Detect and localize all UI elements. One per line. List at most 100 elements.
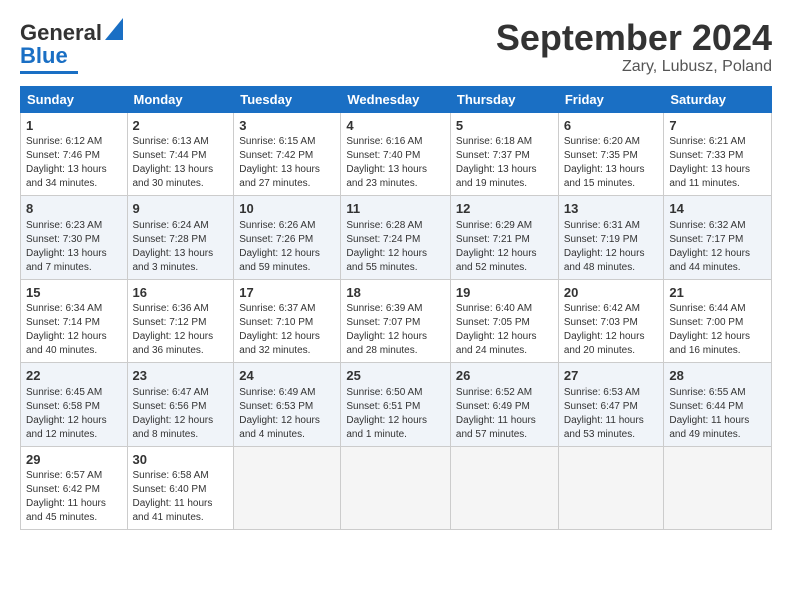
day-info: Sunrise: 6:50 AM Sunset: 6:51 PM Dayligh… <box>346 386 445 442</box>
table-row <box>234 446 341 530</box>
table-row: 7Sunrise: 6:21 AM Sunset: 7:33 PM Daylig… <box>664 112 772 196</box>
day-info: Sunrise: 6:58 AM Sunset: 6:40 PM Dayligh… <box>133 469 229 525</box>
logo: General Blue <box>20 18 123 74</box>
day-info: Sunrise: 6:28 AM Sunset: 7:24 PM Dayligh… <box>346 219 445 275</box>
day-info: Sunrise: 6:34 AM Sunset: 7:14 PM Dayligh… <box>26 302 122 358</box>
day-info: Sunrise: 6:32 AM Sunset: 7:17 PM Dayligh… <box>669 219 766 275</box>
day-info: Sunrise: 6:15 AM Sunset: 7:42 PM Dayligh… <box>239 135 335 191</box>
calendar-week-row: 29Sunrise: 6:57 AM Sunset: 6:42 PM Dayli… <box>21 446 772 530</box>
table-row: 27Sunrise: 6:53 AM Sunset: 6:47 PM Dayli… <box>558 363 664 447</box>
table-row: 5Sunrise: 6:18 AM Sunset: 7:37 PM Daylig… <box>450 112 558 196</box>
day-info: Sunrise: 6:42 AM Sunset: 7:03 PM Dayligh… <box>564 302 659 358</box>
table-row: 25Sunrise: 6:50 AM Sunset: 6:51 PM Dayli… <box>341 363 451 447</box>
day-info: Sunrise: 6:20 AM Sunset: 7:35 PM Dayligh… <box>564 135 659 191</box>
day-number: 5 <box>456 117 553 135</box>
logo-blue-text: Blue <box>20 43 68 69</box>
table-row: 12Sunrise: 6:29 AM Sunset: 7:21 PM Dayli… <box>450 196 558 280</box>
day-number: 10 <box>239 200 335 218</box>
table-row <box>558 446 664 530</box>
day-number: 18 <box>346 284 445 302</box>
col-friday: Friday <box>558 86 664 112</box>
calendar-title: September 2024 <box>496 18 772 58</box>
calendar-subtitle: Zary, Lubusz, Poland <box>496 58 772 76</box>
logo-triangle-icon <box>105 18 123 45</box>
table-row: 2Sunrise: 6:13 AM Sunset: 7:44 PM Daylig… <box>127 112 234 196</box>
day-number: 2 <box>133 117 229 135</box>
table-row: 11Sunrise: 6:28 AM Sunset: 7:24 PM Dayli… <box>341 196 451 280</box>
day-number: 12 <box>456 200 553 218</box>
table-row <box>450 446 558 530</box>
table-row: 23Sunrise: 6:47 AM Sunset: 6:56 PM Dayli… <box>127 363 234 447</box>
table-row: 13Sunrise: 6:31 AM Sunset: 7:19 PM Dayli… <box>558 196 664 280</box>
day-number: 11 <box>346 200 445 218</box>
calendar-table: Sunday Monday Tuesday Wednesday Thursday… <box>20 86 772 531</box>
table-row: 3Sunrise: 6:15 AM Sunset: 7:42 PM Daylig… <box>234 112 341 196</box>
day-info: Sunrise: 6:16 AM Sunset: 7:40 PM Dayligh… <box>346 135 445 191</box>
page: General Blue September 2024 Zary, Lubusz… <box>0 0 792 540</box>
day-number: 15 <box>26 284 122 302</box>
day-info: Sunrise: 6:21 AM Sunset: 7:33 PM Dayligh… <box>669 135 766 191</box>
day-info: Sunrise: 6:24 AM Sunset: 7:28 PM Dayligh… <box>133 219 229 275</box>
day-number: 28 <box>669 367 766 385</box>
day-number: 26 <box>456 367 553 385</box>
day-info: Sunrise: 6:12 AM Sunset: 7:46 PM Dayligh… <box>26 135 122 191</box>
day-info: Sunrise: 6:37 AM Sunset: 7:10 PM Dayligh… <box>239 302 335 358</box>
day-number: 8 <box>26 200 122 218</box>
table-row: 14Sunrise: 6:32 AM Sunset: 7:17 PM Dayli… <box>664 196 772 280</box>
table-row <box>664 446 772 530</box>
day-info: Sunrise: 6:44 AM Sunset: 7:00 PM Dayligh… <box>669 302 766 358</box>
day-number: 3 <box>239 117 335 135</box>
day-info: Sunrise: 6:31 AM Sunset: 7:19 PM Dayligh… <box>564 219 659 275</box>
day-info: Sunrise: 6:55 AM Sunset: 6:44 PM Dayligh… <box>669 386 766 442</box>
day-number: 16 <box>133 284 229 302</box>
day-info: Sunrise: 6:47 AM Sunset: 6:56 PM Dayligh… <box>133 386 229 442</box>
col-sunday: Sunday <box>21 86 128 112</box>
table-row: 9Sunrise: 6:24 AM Sunset: 7:28 PM Daylig… <box>127 196 234 280</box>
table-row: 17Sunrise: 6:37 AM Sunset: 7:10 PM Dayli… <box>234 279 341 363</box>
day-number: 27 <box>564 367 659 385</box>
table-row: 6Sunrise: 6:20 AM Sunset: 7:35 PM Daylig… <box>558 112 664 196</box>
calendar-week-row: 8Sunrise: 6:23 AM Sunset: 7:30 PM Daylig… <box>21 196 772 280</box>
table-row: 10Sunrise: 6:26 AM Sunset: 7:26 PM Dayli… <box>234 196 341 280</box>
table-row: 16Sunrise: 6:36 AM Sunset: 7:12 PM Dayli… <box>127 279 234 363</box>
day-info: Sunrise: 6:45 AM Sunset: 6:58 PM Dayligh… <box>26 386 122 442</box>
day-info: Sunrise: 6:26 AM Sunset: 7:26 PM Dayligh… <box>239 219 335 275</box>
day-info: Sunrise: 6:57 AM Sunset: 6:42 PM Dayligh… <box>26 469 122 525</box>
day-number: 22 <box>26 367 122 385</box>
header: General Blue September 2024 Zary, Lubusz… <box>20 18 772 76</box>
day-number: 1 <box>26 117 122 135</box>
table-row: 28Sunrise: 6:55 AM Sunset: 6:44 PM Dayli… <box>664 363 772 447</box>
day-info: Sunrise: 6:23 AM Sunset: 7:30 PM Dayligh… <box>26 219 122 275</box>
table-row: 29Sunrise: 6:57 AM Sunset: 6:42 PM Dayli… <box>21 446 128 530</box>
calendar-header-row: Sunday Monday Tuesday Wednesday Thursday… <box>21 86 772 112</box>
table-row: 4Sunrise: 6:16 AM Sunset: 7:40 PM Daylig… <box>341 112 451 196</box>
col-monday: Monday <box>127 86 234 112</box>
day-number: 4 <box>346 117 445 135</box>
day-number: 17 <box>239 284 335 302</box>
table-row: 24Sunrise: 6:49 AM Sunset: 6:53 PM Dayli… <box>234 363 341 447</box>
calendar-week-row: 15Sunrise: 6:34 AM Sunset: 7:14 PM Dayli… <box>21 279 772 363</box>
table-row: 20Sunrise: 6:42 AM Sunset: 7:03 PM Dayli… <box>558 279 664 363</box>
day-number: 23 <box>133 367 229 385</box>
table-row: 30Sunrise: 6:58 AM Sunset: 6:40 PM Dayli… <box>127 446 234 530</box>
table-row <box>341 446 451 530</box>
day-number: 19 <box>456 284 553 302</box>
title-block: September 2024 Zary, Lubusz, Poland <box>496 18 772 76</box>
day-number: 21 <box>669 284 766 302</box>
col-saturday: Saturday <box>664 86 772 112</box>
table-row: 21Sunrise: 6:44 AM Sunset: 7:00 PM Dayli… <box>664 279 772 363</box>
col-wednesday: Wednesday <box>341 86 451 112</box>
day-number: 13 <box>564 200 659 218</box>
day-info: Sunrise: 6:39 AM Sunset: 7:07 PM Dayligh… <box>346 302 445 358</box>
table-row: 19Sunrise: 6:40 AM Sunset: 7:05 PM Dayli… <box>450 279 558 363</box>
table-row: 1Sunrise: 6:12 AM Sunset: 7:46 PM Daylig… <box>21 112 128 196</box>
day-number: 29 <box>26 451 122 469</box>
day-number: 20 <box>564 284 659 302</box>
day-info: Sunrise: 6:29 AM Sunset: 7:21 PM Dayligh… <box>456 219 553 275</box>
col-thursday: Thursday <box>450 86 558 112</box>
col-tuesday: Tuesday <box>234 86 341 112</box>
day-number: 30 <box>133 451 229 469</box>
table-row: 15Sunrise: 6:34 AM Sunset: 7:14 PM Dayli… <box>21 279 128 363</box>
table-row: 8Sunrise: 6:23 AM Sunset: 7:30 PM Daylig… <box>21 196 128 280</box>
day-number: 7 <box>669 117 766 135</box>
